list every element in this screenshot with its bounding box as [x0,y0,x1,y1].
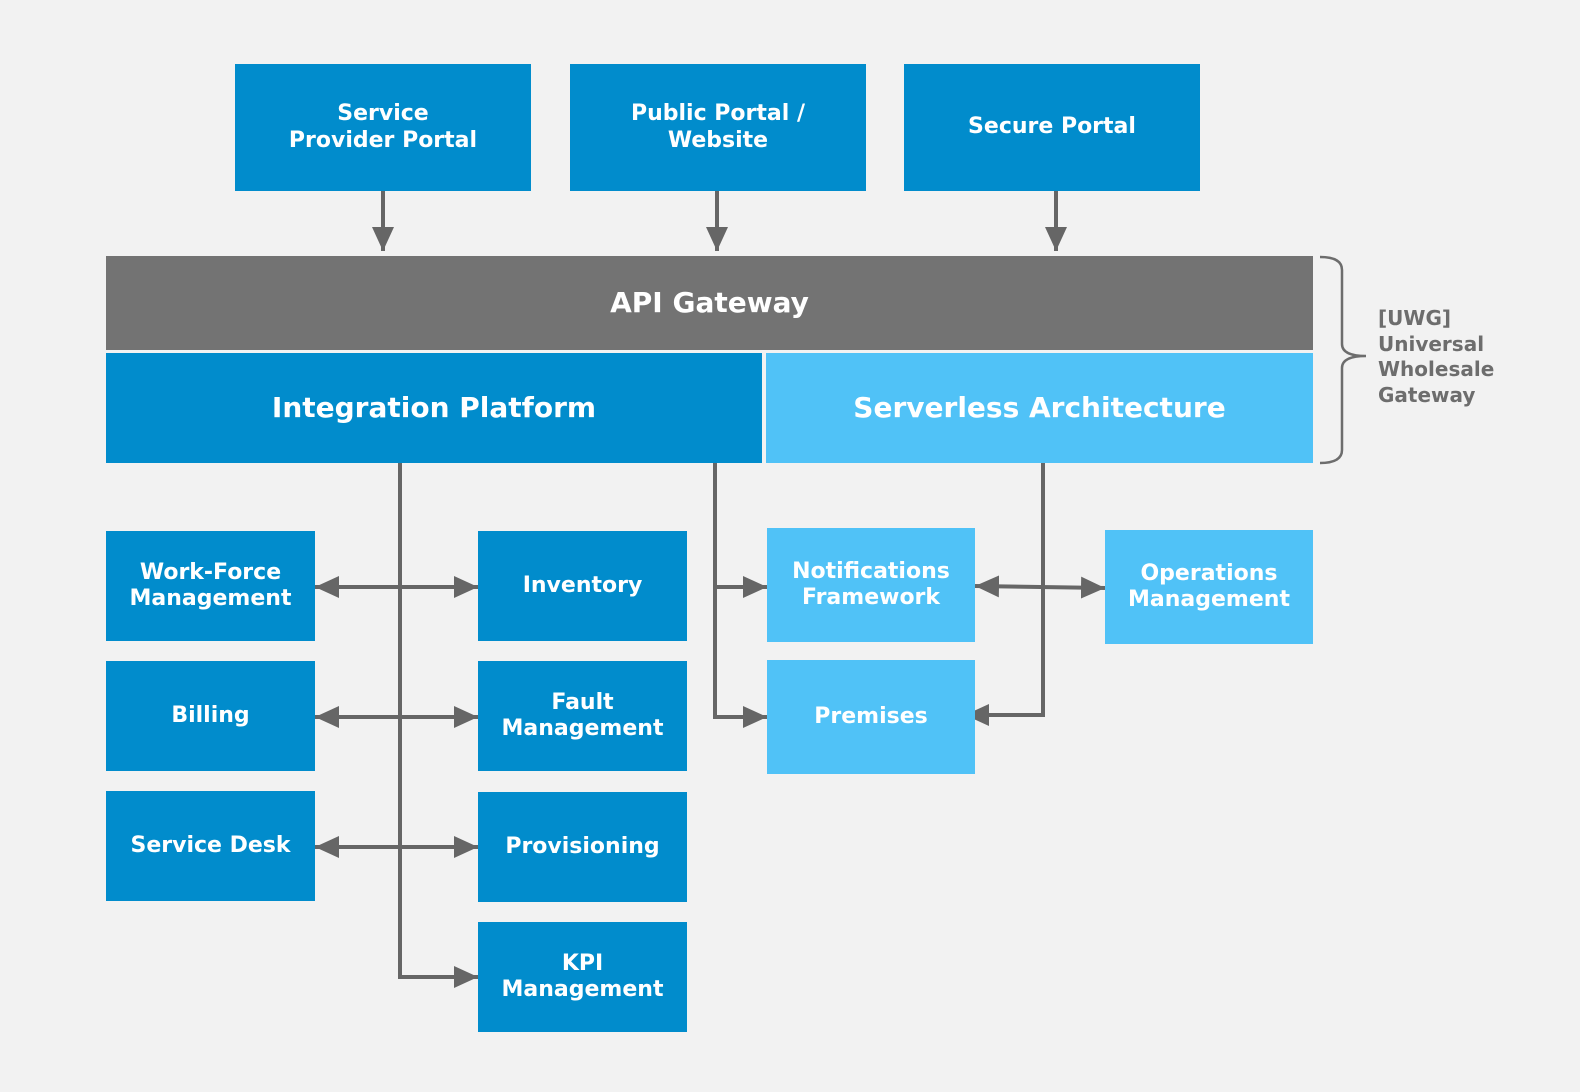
secure-portal-label: Secure Portal [968,114,1136,140]
premises-box[interactable]: Premises [767,660,975,774]
premises-label: Premises [814,703,928,729]
notifications-framework-box[interactable]: Notifications Framework [767,528,975,642]
fault-management-label: Fault Management [501,689,664,741]
service-desk-label: Service Desk [130,832,291,858]
integration-platform-label: Integration Platform [271,391,597,425]
connector-integration-to-premises [713,463,767,728]
provisioning-box[interactable]: Provisioning [478,792,687,902]
serverless-architecture-label: Serverless Architecture [853,391,1226,425]
public-portal-website-label: Public Portal / Website [630,101,805,153]
service-provider-portal-label: Service Provider Portal [288,101,478,153]
service-desk-box[interactable]: Service Desk [106,791,315,901]
operations-management-box[interactable]: Operations Management [1105,530,1313,644]
billing-label: Billing [171,702,250,728]
uwg-group-label: [UWG] Universal Wholesale Gateway [1378,306,1495,407]
kpi-management-label: KPI Management [501,950,664,1002]
uwg-brace [1319,255,1367,465]
connector-integration-trunk-to-kpi [398,463,478,988]
secure-portal-box[interactable]: Secure Portal [904,64,1200,191]
billing-box[interactable]: Billing [106,661,315,771]
operations-management-label: Operations Management [1128,560,1290,612]
inventory-label: Inventory [522,572,643,598]
api-gateway-label: API Gateway [610,286,809,320]
integration-platform-bar[interactable]: Integration Platform [106,353,762,463]
service-provider-portal-box[interactable]: Service Provider Portal [235,64,531,191]
provisioning-label: Provisioning [505,833,660,859]
serverless-architecture-bar[interactable]: Serverless Architecture [766,353,1313,463]
work-force-management-label: Work-Force Management [129,559,292,611]
work-force-management-box[interactable]: Work-Force Management [106,531,315,641]
fault-management-box[interactable]: Fault Management [478,661,687,771]
inventory-box[interactable]: Inventory [478,531,687,641]
kpi-management-box[interactable]: KPI Management [478,922,687,1032]
connector-notifications-operations [974,575,1106,599]
api-gateway-bar[interactable]: API Gateway [106,256,1313,350]
public-portal-website-box[interactable]: Public Portal / Website [570,64,866,191]
connector-serverless-to-premises [965,463,1045,726]
notifications-framework-label: Notifications Framework [792,558,950,610]
